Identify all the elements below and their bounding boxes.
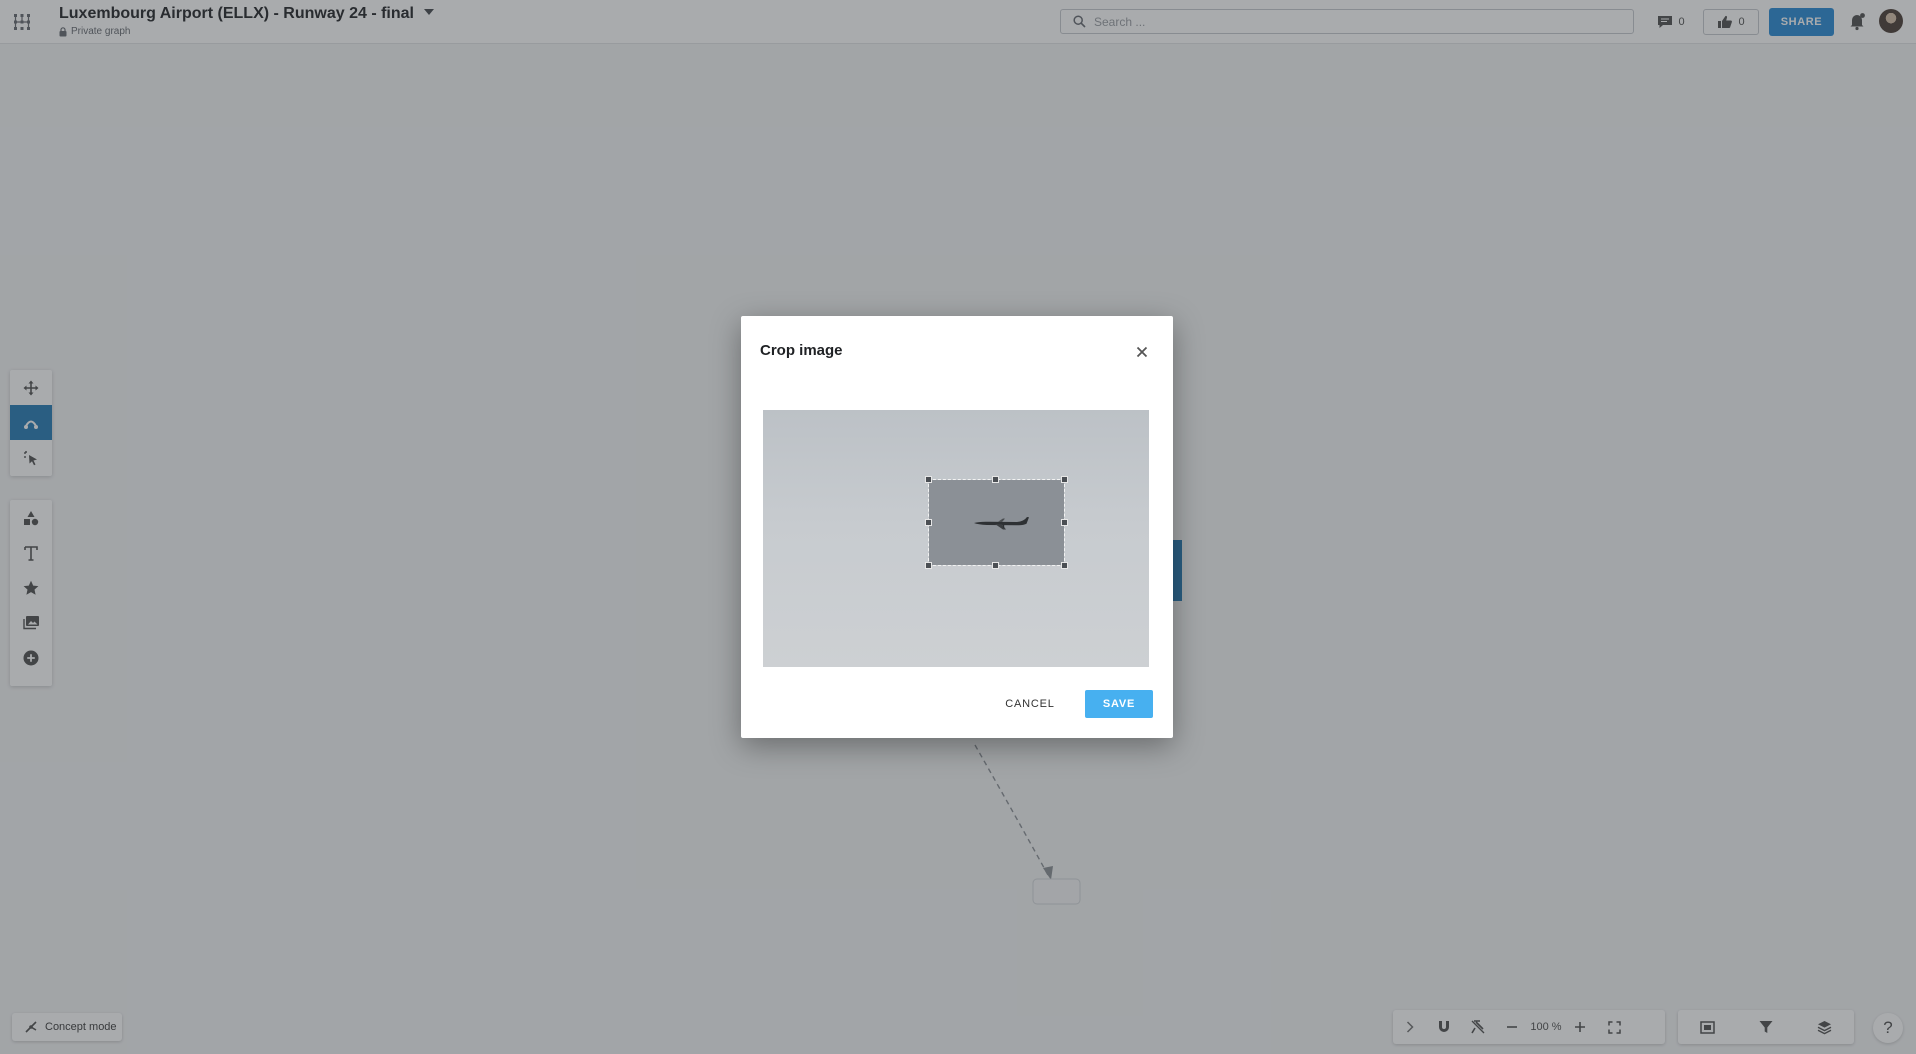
crop-handle[interactable] — [1061, 562, 1068, 569]
close-icon[interactable] — [1132, 342, 1152, 362]
crop-handle[interactable] — [1061, 519, 1068, 526]
crop-handle[interactable] — [992, 476, 999, 483]
crop-selection-box[interactable] — [925, 476, 1068, 569]
dialog-title: Crop image — [760, 342, 843, 359]
crop-handle[interactable] — [925, 476, 932, 483]
crop-image-dialog: Crop image CANCEL SAVE — [741, 316, 1173, 738]
save-button[interactable]: SAVE — [1085, 690, 1153, 718]
crop-handle[interactable] — [1061, 476, 1068, 483]
cancel-button[interactable]: CANCEL — [994, 690, 1066, 718]
airplane-image — [974, 517, 1029, 530]
crop-image-area[interactable] — [763, 410, 1149, 667]
crop-handle[interactable] — [925, 562, 932, 569]
crop-handle[interactable] — [992, 562, 999, 569]
crop-handle[interactable] — [925, 519, 932, 526]
